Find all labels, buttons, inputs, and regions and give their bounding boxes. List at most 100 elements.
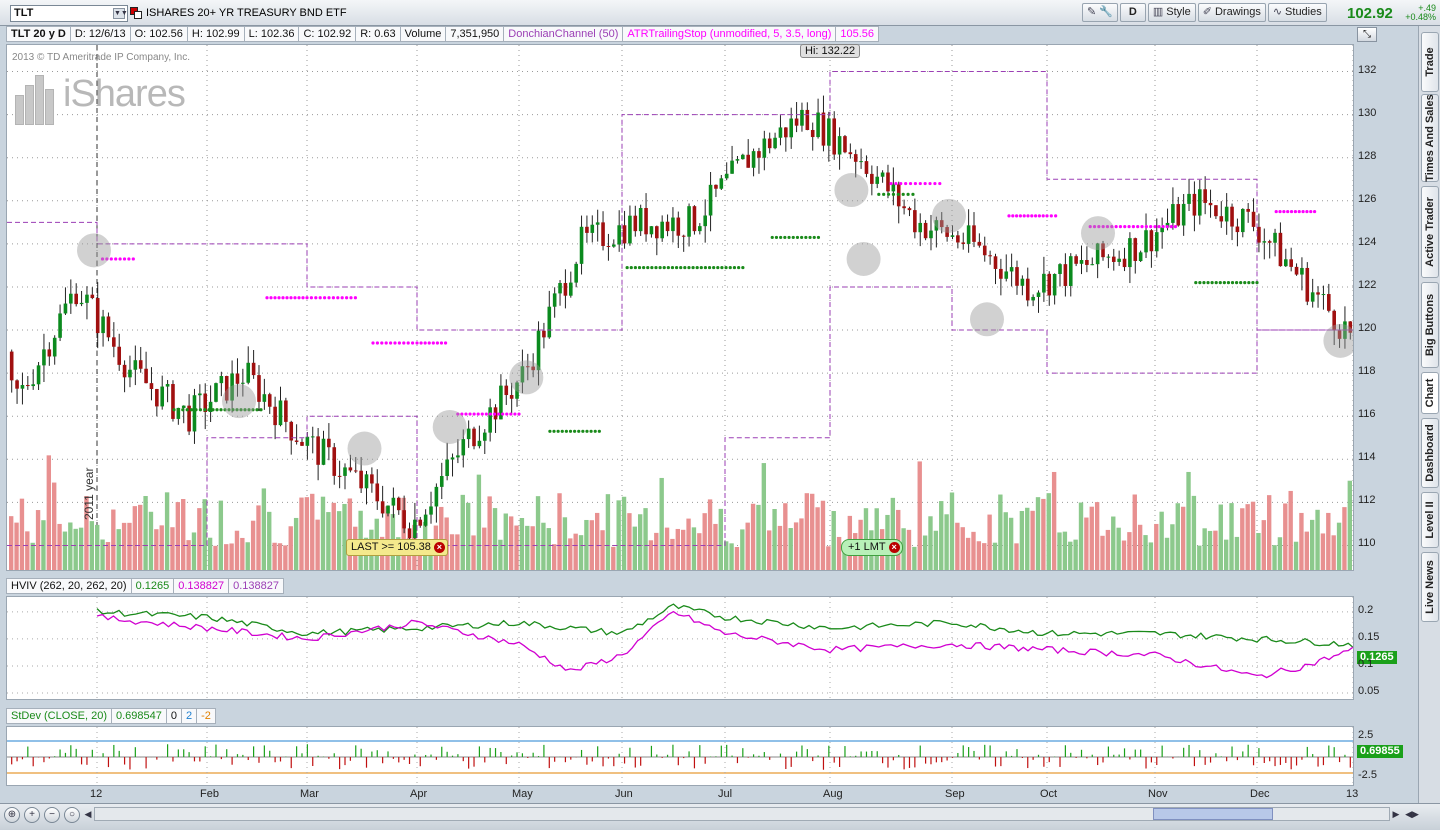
drawings-button[interactable]: ✐ Drawings — [1197, 3, 1266, 22]
price-change: +.49 +0.48% — [1398, 4, 1436, 22]
limit-order[interactable]: +1 LMT × — [841, 539, 903, 556]
expand-icon[interactable]: ◀▶ — [1404, 807, 1420, 821]
volume-bar — [681, 529, 686, 570]
price-axis[interactable]: 132 130 128 126 124 122 120 118 116 114 112 110 — [1355, 44, 1417, 571]
zoom-in-icon[interactable]: + — [24, 807, 40, 823]
atr-stop-dot — [911, 192, 915, 196]
candle-body — [698, 226, 702, 232]
atr-stop-dot — [918, 181, 922, 186]
atr-stop-dot — [1127, 225, 1131, 229]
volume-bar — [1046, 493, 1051, 570]
atr-stop-dot — [349, 296, 353, 300]
symbol-input[interactable]: TLT ▼▼ — [10, 5, 128, 22]
atr-stop-dot — [122, 257, 127, 261]
scrollbar-thumb[interactable] — [1153, 808, 1273, 820]
volume-bar — [654, 532, 659, 570]
candle-body — [1052, 274, 1057, 296]
symbol-dropdown-icon[interactable]: ▼▼ — [113, 8, 128, 19]
drawing-tools-button[interactable]: ✎ 🔧 — [1082, 3, 1118, 22]
sidebar-tab-level-ii[interactable]: Level II — [1421, 492, 1439, 548]
zoom-reset-icon[interactable]: ○ — [64, 807, 80, 823]
series-label[interactable]: TLT 20 y D — [6, 26, 71, 42]
volume-bar — [1277, 537, 1283, 570]
sidebar-tab-chart[interactable]: Chart — [1421, 372, 1439, 414]
candle-body — [1327, 294, 1331, 311]
candle-body — [466, 428, 471, 440]
atr-study-label[interactable]: ATRTrailingStop (unmodified, 5, 3.5, lon… — [622, 26, 837, 42]
time-axis[interactable]: 12 Feb Mar Apr May Jun Jul Aug Sep Oct Nov Dec 13 — [6, 786, 1358, 802]
candle-body — [1031, 296, 1035, 301]
candle-body — [966, 225, 971, 244]
candle-body — [929, 230, 933, 239]
atr-stop-dot — [1235, 281, 1239, 285]
zoom-out-icon[interactable]: − — [44, 807, 60, 823]
scroll-right-icon[interactable]: ▶ — [1390, 807, 1402, 821]
time-scrollbar[interactable] — [94, 807, 1390, 821]
time-tick: Mar — [300, 788, 319, 800]
volume-bar — [181, 499, 186, 570]
volume-bar — [1320, 533, 1326, 570]
candle-body — [219, 376, 224, 384]
symbol-description: ISHARES 20+ YR TREASURY BND ETF — [146, 7, 347, 19]
hviv-chart[interactable] — [6, 596, 1354, 700]
volume-label[interactable]: Volume — [399, 26, 447, 42]
volume-bar — [750, 503, 756, 570]
volume-bar — [304, 497, 310, 570]
candle-body — [714, 184, 718, 189]
atr-stop-dot — [318, 296, 322, 300]
chart-settings-icon[interactable]: ⤡ — [1357, 27, 1377, 42]
style-button[interactable]: ▥ Style — [1147, 3, 1196, 22]
volume-bar — [68, 522, 73, 570]
close-icon[interactable]: × — [433, 542, 445, 553]
stdev-badge: 0.69855 — [1357, 745, 1403, 758]
volume-bar — [1336, 522, 1342, 570]
alert-label: LAST >= 105.38 — [351, 541, 431, 553]
candle-body — [751, 151, 756, 168]
price-alert[interactable]: LAST >= 105.38 × — [346, 539, 448, 556]
volume-bar — [1132, 494, 1137, 570]
donchian-study-label[interactable]: DonchianChannel (50) — [503, 26, 624, 42]
candle-body — [708, 184, 713, 216]
sidebar-tab-big-buttons[interactable]: Big Buttons — [1421, 282, 1439, 368]
volume-bar — [1105, 529, 1111, 570]
candle-body — [58, 313, 62, 338]
candle-body — [950, 235, 955, 237]
close-icon[interactable]: × — [888, 542, 900, 553]
volume-bar — [1003, 512, 1008, 570]
zoom-fit-icon[interactable]: ⊕ — [4, 807, 20, 823]
atr-stop-dot — [699, 265, 703, 270]
studies-button[interactable]: ∿ Studies — [1267, 3, 1327, 22]
hviv-label[interactable]: HVIV (262, 20, 262, 20) — [6, 578, 132, 594]
candle-body — [332, 447, 337, 476]
atr-stop-dot — [908, 181, 913, 186]
aggregation-button[interactable]: D — [1119, 3, 1146, 22]
donchian-lower-line — [7, 286, 1353, 546]
candle-body — [988, 255, 992, 257]
atr-stop-dot — [1247, 281, 1251, 285]
candle-body — [101, 316, 105, 334]
scroll-left-icon[interactable]: ◀ — [82, 807, 94, 821]
candle-body — [149, 383, 154, 389]
volume-bar — [148, 511, 154, 570]
volume-bar — [729, 543, 734, 570]
candle-body — [1305, 267, 1310, 302]
volume-bar — [831, 511, 836, 570]
atr-stop-dot — [933, 181, 937, 186]
sidebar-tab-live-news[interactable]: Live News — [1421, 552, 1439, 622]
order-label: +1 LMT — [848, 541, 886, 553]
sidebar-tab-active-trader[interactable]: Active Trader — [1421, 186, 1439, 278]
candle-body — [337, 475, 342, 477]
atr-stop-dot — [435, 341, 439, 345]
stdev-chart[interactable] — [6, 726, 1354, 786]
candle-body — [832, 118, 837, 155]
sidebar-tab-times-and-sales[interactable]: Times And Sales — [1421, 94, 1439, 182]
volume-bar — [1078, 502, 1084, 570]
sidebar-tab-dashboard[interactable]: Dashboard — [1421, 418, 1439, 488]
link-icon[interactable] — [130, 7, 142, 19]
stdev-label[interactable]: StDev (CLOSE, 20) — [6, 708, 112, 724]
signal-marker — [834, 173, 869, 208]
atr-stop-dot — [464, 412, 468, 416]
candle-body — [1240, 208, 1245, 233]
sidebar-tab-trade[interactable]: Trade — [1421, 32, 1439, 92]
price-chart[interactable]: 2013 © TD Ameritrade IP Company, Inc. iS… — [6, 44, 1354, 571]
